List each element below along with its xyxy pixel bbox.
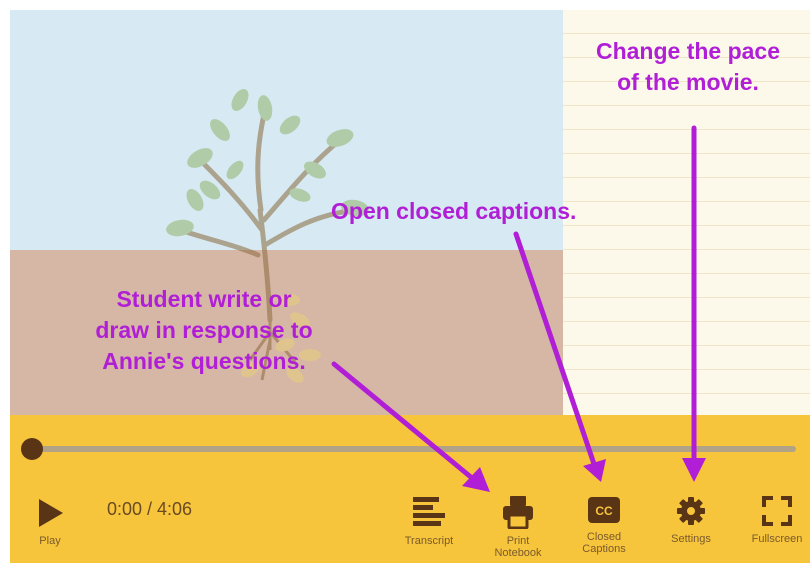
transcript-label: Transcript <box>404 535 454 547</box>
cc-label-line2: Captions <box>582 543 626 555</box>
settings-label: Settings <box>671 533 711 545</box>
closed-captions-label: Closed Captions <box>572 531 636 555</box>
settings-button[interactable]: Settings <box>664 495 718 545</box>
print-label-line1: Print <box>506 535 530 547</box>
play-icon <box>39 499 63 527</box>
progress-track[interactable] <box>24 446 796 452</box>
gear-icon <box>677 497 705 525</box>
print-label-line2: Notebook <box>494 547 542 559</box>
progress-handle[interactable] <box>21 438 43 460</box>
annotation-closed-captions: Open closed captions. <box>331 198 577 224</box>
play-button[interactable]: Play <box>28 497 72 547</box>
annotation-pace-line2: of the movie. <box>617 69 759 95</box>
annotation-student-response: Student write or draw in response to Ann… <box>54 284 354 377</box>
print-notebook-label: Print Notebook <box>490 535 546 559</box>
annotation-student-line3: Annie's questions. <box>102 348 306 374</box>
annotation-change-pace: Change the pace of the movie. <box>566 36 810 98</box>
transcript-button[interactable]: Transcript <box>398 495 460 547</box>
play-label: Play <box>39 535 61 547</box>
fullscreen-icon <box>762 496 792 526</box>
annotation-pace-line1: Change the pace <box>595 38 781 64</box>
transcript-icon <box>413 497 445 526</box>
cc-icon-text: CC <box>595 504 613 518</box>
annotation-student-line1: Student write or <box>116 286 292 312</box>
time-display: 0:00 / 4:06 <box>107 499 193 519</box>
fullscreen-button[interactable]: Fullscreen <box>744 495 810 545</box>
printer-icon <box>503 496 533 529</box>
fullscreen-label: Fullscreen <box>751 533 803 545</box>
closed-captions-icon: CC <box>588 497 620 523</box>
video-player: Play 0:00 / 4:06 Transcript Print Notebo… <box>0 0 810 563</box>
print-notebook-button[interactable]: Print Notebook <box>490 495 546 559</box>
cc-label-line1: Closed <box>586 531 622 543</box>
closed-captions-button[interactable]: CC Closed Captions <box>572 495 636 555</box>
annotation-student-line2: draw in response to <box>95 317 313 343</box>
